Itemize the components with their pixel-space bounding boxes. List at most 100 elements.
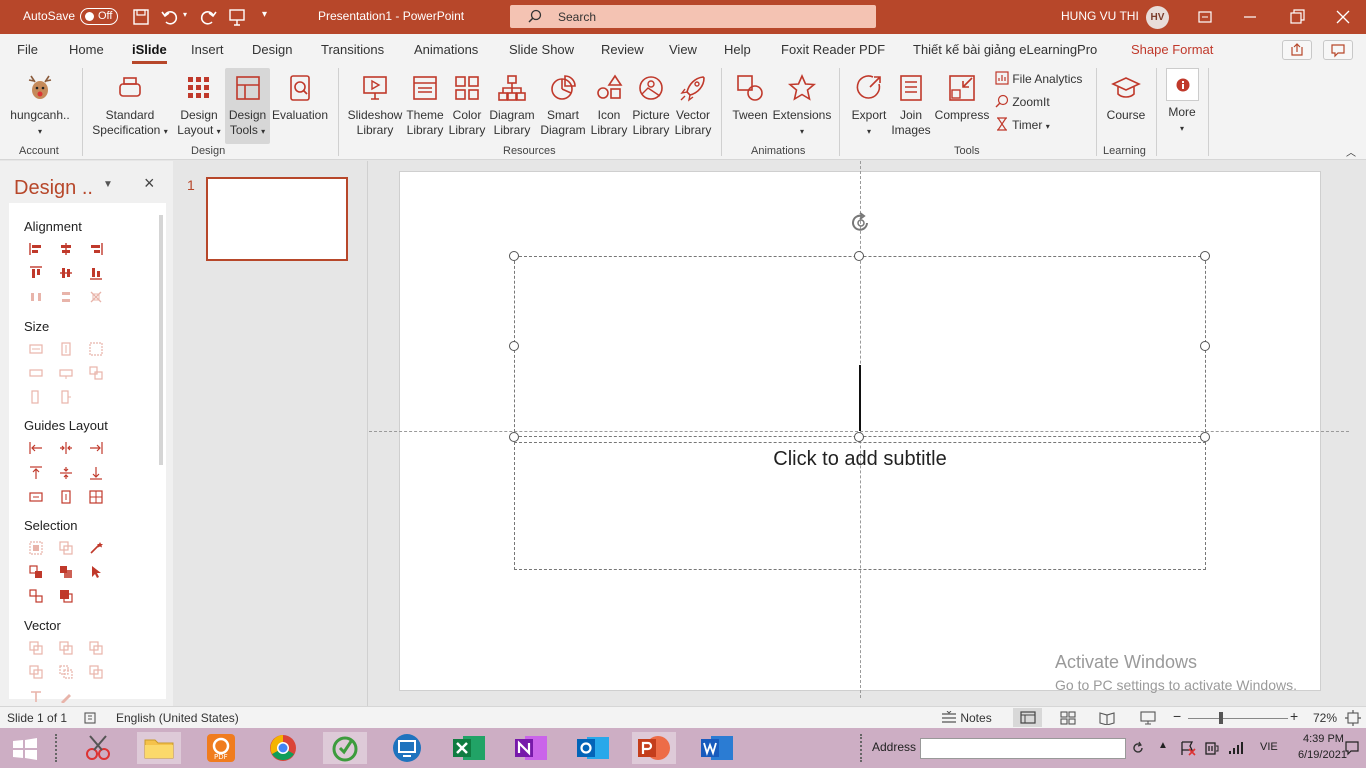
- picture-library-button[interactable]: Picture Library: [630, 68, 672, 138]
- zoomit-button[interactable]: ZoomIt: [995, 94, 1050, 109]
- align-middle-icon[interactable]: [59, 266, 73, 280]
- fit-to-window-icon[interactable]: [1345, 710, 1361, 726]
- undo-icon[interactable]: [160, 7, 180, 27]
- resize-handle-left[interactable]: [509, 341, 519, 351]
- resize-handle-bottom-left[interactable]: [509, 432, 519, 442]
- resize-handle-top-right[interactable]: [1200, 251, 1210, 261]
- taskbar-remote-desktop[interactable]: [385, 732, 429, 764]
- search-box[interactable]: Search: [510, 5, 876, 28]
- rotate-handle-icon[interactable]: [849, 211, 873, 235]
- windows-start-icon[interactable]: [12, 738, 38, 760]
- guide-left-icon[interactable]: [29, 441, 43, 455]
- tab-insert[interactable]: Insert: [191, 42, 224, 57]
- resize-handle-top[interactable]: [854, 251, 864, 261]
- account-button[interactable]: hungcanh.. ▾: [6, 68, 74, 139]
- taskbar-excel[interactable]: [447, 732, 491, 764]
- guide-margin-horizontal-icon[interactable]: [29, 490, 43, 504]
- save-icon[interactable]: [131, 7, 151, 27]
- theme-library-button[interactable]: Theme Library: [403, 68, 447, 138]
- slide-sorter-icon[interactable]: [1060, 711, 1076, 725]
- taskbar-snipping-tool[interactable]: [76, 732, 120, 764]
- taskbar-foxit-pdf[interactable]: PDF: [199, 732, 243, 764]
- tab-slide-show[interactable]: Slide Show: [509, 42, 574, 57]
- reading-view-icon[interactable]: [1099, 711, 1115, 725]
- export-button[interactable]: Export ▾: [846, 68, 892, 139]
- taskbar-chrome[interactable]: [261, 732, 305, 764]
- tween-button[interactable]: Tween: [729, 68, 771, 123]
- select-overlap-icon[interactable]: [29, 565, 43, 579]
- taskbar-word[interactable]: [695, 732, 739, 764]
- select-group-icon[interactable]: [29, 589, 43, 603]
- avatar[interactable]: HV: [1146, 6, 1169, 29]
- standard-specification-button[interactable]: Standard Specification ▾: [88, 68, 172, 139]
- taskbar-powerpoint[interactable]: [632, 732, 676, 764]
- pane-scrollbar[interactable]: [159, 215, 163, 465]
- taskbar-onenote[interactable]: [509, 732, 553, 764]
- smart-diagram-button[interactable]: Smart Diagram: [538, 68, 588, 138]
- align-bottom-icon[interactable]: [89, 266, 103, 280]
- tab-help[interactable]: Help: [724, 42, 751, 57]
- tab-islide[interactable]: iSlide: [132, 42, 167, 64]
- undo-dropdown-icon[interactable]: ▾: [183, 10, 187, 19]
- close-icon[interactable]: [1332, 6, 1354, 28]
- extensions-button[interactable]: Extensions ▾: [771, 68, 833, 139]
- guide-center-vertical-icon[interactable]: [59, 466, 73, 480]
- resize-handle-right[interactable]: [1200, 341, 1210, 351]
- ribbon-display-options-icon[interactable]: [1194, 6, 1216, 28]
- icon-library-button[interactable]: Icon Library: [588, 68, 630, 138]
- zoom-level[interactable]: 72%: [1313, 711, 1337, 725]
- vector-library-button[interactable]: Vector Library: [672, 68, 714, 138]
- guide-margin-vertical-icon[interactable]: [59, 490, 73, 504]
- battery-icon[interactable]: [1204, 740, 1220, 756]
- minimize-icon[interactable]: [1239, 6, 1261, 28]
- resize-handle-bottom[interactable]: [854, 432, 864, 442]
- color-library-button[interactable]: Color Library: [446, 68, 488, 138]
- design-layout-button[interactable]: Design Layout ▾: [173, 68, 225, 139]
- zoom-slider[interactable]: [1188, 718, 1288, 719]
- show-hidden-icons-icon[interactable]: ▲: [1158, 740, 1168, 751]
- taskbar-file-explorer[interactable]: [137, 732, 181, 764]
- tab-animations[interactable]: Animations: [414, 42, 478, 57]
- subtitle-placeholder[interactable]: Click to add subtitle: [514, 442, 1206, 570]
- align-left-icon[interactable]: [29, 242, 43, 256]
- select-back-icon[interactable]: [59, 589, 73, 603]
- clock-date[interactable]: 6/19/2021: [1298, 749, 1347, 761]
- tab-elearningpro[interactable]: Thiết kế bài giảng eLearningPro: [913, 42, 1097, 57]
- guide-top-icon[interactable]: [29, 466, 43, 480]
- notification-center-icon[interactable]: [1344, 740, 1360, 756]
- select-front-icon[interactable]: [59, 565, 73, 579]
- align-center-icon[interactable]: [59, 242, 73, 256]
- accessibility-icon[interactable]: [83, 711, 97, 725]
- input-language-indicator[interactable]: VIE: [1260, 741, 1278, 753]
- tab-foxit-reader-pdf[interactable]: Foxit Reader PDF: [781, 42, 885, 57]
- cursor-icon[interactable]: [89, 565, 103, 579]
- guide-grid-icon[interactable]: [89, 490, 103, 504]
- security-flag-icon[interactable]: [1180, 740, 1196, 756]
- customize-toolbar-icon[interactable]: ▾: [262, 9, 267, 20]
- resize-handle-top-left[interactable]: [509, 251, 519, 261]
- more-button[interactable]: More ▾: [1162, 68, 1202, 136]
- slide-thumbnail[interactable]: [206, 177, 348, 261]
- share-button[interactable]: [1282, 40, 1312, 60]
- slideshow-library-button[interactable]: Slideshow Library: [344, 68, 406, 138]
- design-tools-button[interactable]: Design Tools ▾: [225, 68, 270, 144]
- magic-wand-icon[interactable]: [89, 541, 103, 555]
- guide-center-horizontal-icon[interactable]: [59, 441, 73, 455]
- start-from-beginning-icon[interactable]: [227, 7, 247, 27]
- pane-options-icon[interactable]: ▼: [103, 179, 113, 190]
- slideshow-view-icon[interactable]: [1140, 711, 1156, 725]
- restore-icon[interactable]: [1286, 6, 1308, 28]
- normal-view-button[interactable]: [1013, 708, 1042, 727]
- guide-right-icon[interactable]: [89, 441, 103, 455]
- redo-icon[interactable]: [198, 7, 218, 27]
- taskbar-app-green[interactable]: [323, 732, 367, 764]
- zoom-out-button[interactable]: −: [1173, 708, 1181, 724]
- file-analytics-button[interactable]: File Analytics: [995, 71, 1082, 86]
- align-right-icon[interactable]: [89, 242, 103, 256]
- tab-file[interactable]: File: [17, 42, 38, 57]
- refresh-icon[interactable]: [1131, 741, 1145, 755]
- language-indicator[interactable]: English (United States): [116, 711, 239, 725]
- evaluation-button[interactable]: Evaluation: [270, 68, 330, 123]
- diagram-library-button[interactable]: Diagram Library: [488, 68, 536, 138]
- autosave-toggle[interactable]: Off: [80, 8, 118, 25]
